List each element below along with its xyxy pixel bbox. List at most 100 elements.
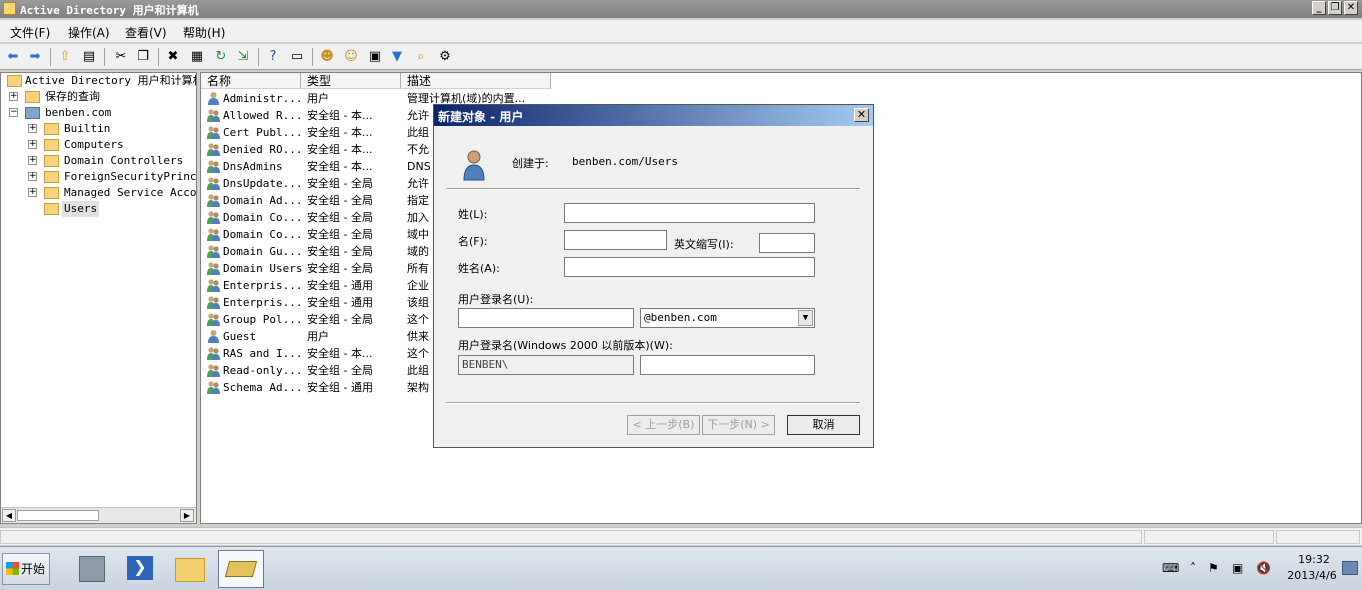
expand-icon[interactable]: + — [28, 172, 37, 181]
find-icon[interactable]: ⌕ — [412, 48, 430, 66]
row-type: 安全组 - 全局 — [307, 228, 373, 241]
column-header-name[interactable]: 名称 — [201, 73, 301, 89]
new-group-icon[interactable]: ☺ — [342, 48, 360, 66]
toolbar-separator — [104, 48, 105, 66]
expand-icon[interactable]: + — [28, 124, 37, 133]
row-name: DnsUpdate... — [223, 177, 303, 190]
delete-icon[interactable]: ✖ — [164, 48, 182, 66]
column-header-type[interactable]: 类型 — [301, 73, 401, 89]
tree-pane: Active Directory 用户和计算机 + 保存的查询 − benben… — [0, 72, 197, 524]
back-button[interactable]: < 上一步(B) — [627, 415, 700, 435]
row-description: 加入 — [407, 211, 429, 224]
group-icon — [207, 193, 220, 207]
first-name-field[interactable] — [564, 230, 667, 250]
show-hide-tree-icon[interactable]: ▤ — [80, 48, 98, 66]
toolbar-separator — [50, 48, 51, 66]
add-member-icon[interactable]: ⚙ — [436, 48, 454, 66]
row-type: 安全组 - 本... — [307, 109, 373, 122]
row-name: Domain Users — [223, 262, 303, 275]
row-type: 安全组 - 通用 — [307, 279, 373, 292]
tree-horizontal-scrollbar[interactable]: ◀ ▶ — [1, 507, 196, 523]
logon-name-label: 用户登录名(U): — [458, 293, 534, 306]
row-name: Domain Ad... — [223, 194, 303, 207]
properties-icon[interactable]: ▦ — [188, 48, 206, 66]
full-name-label: 姓名(A): — [458, 262, 500, 275]
expand-icon[interactable]: + — [28, 156, 37, 165]
show-desktop-icon[interactable] — [1342, 561, 1358, 575]
row-name: Denied RO... — [223, 143, 303, 156]
status-cell — [1276, 530, 1360, 544]
help-icon[interactable]: ? — [264, 48, 282, 66]
scroll-left-icon[interactable]: ◀ — [2, 509, 16, 522]
close-button[interactable]: ✕ — [1344, 1, 1358, 15]
start-label: 开始 — [21, 562, 46, 576]
last-name-field[interactable] — [564, 203, 815, 223]
clock-date[interactable]: 2013/4/6 — [1284, 569, 1340, 582]
expand-icon[interactable]: + — [28, 188, 37, 197]
next-button[interactable]: 下一步(N) > — [702, 415, 775, 435]
menu-help[interactable]: 帮助(H) — [183, 24, 225, 41]
group-icon — [207, 380, 220, 394]
row-name: Schema Ad... — [223, 381, 303, 394]
row-description: 这个 — [407, 347, 429, 360]
scroll-right-icon[interactable]: ▶ — [180, 509, 194, 522]
up-folder-icon[interactable]: ⇧ — [56, 48, 74, 66]
row-description: 企业 — [407, 279, 429, 292]
server-manager-taskbar-button[interactable] — [70, 550, 116, 588]
group-icon — [207, 261, 220, 275]
restore-button[interactable]: ❐ — [1328, 1, 1342, 15]
refresh-icon[interactable]: ↻ — [212, 48, 230, 66]
initials-field[interactable] — [759, 233, 815, 253]
row-description: 此组 — [407, 126, 429, 139]
dialog-title-bar: 新建对象 - 用户 ✕ — [434, 105, 873, 126]
menu-action[interactable]: 操作(A) — [68, 24, 110, 41]
mmc-icon[interactable]: ▭ — [288, 48, 306, 66]
expand-icon[interactable]: + — [28, 140, 37, 149]
filter-icon[interactable]: ▼ — [388, 48, 406, 66]
row-description: 供来 — [407, 330, 429, 343]
back-icon[interactable]: ⬅ — [4, 48, 22, 66]
row-type: 安全组 - 本... — [307, 160, 373, 173]
ad-users-taskbar-button[interactable] — [218, 550, 264, 588]
menu-view[interactable]: 查看(V) — [125, 24, 167, 41]
minimize-button[interactable]: _ — [1312, 1, 1326, 15]
row-name: Group Pol... — [223, 313, 303, 326]
network-icon[interactable]: ▣ — [1232, 561, 1243, 575]
collapse-icon[interactable]: − — [9, 108, 18, 117]
copy-icon[interactable]: ❐ — [134, 48, 152, 66]
volume-muted-icon[interactable]: 🔇 — [1256, 561, 1271, 575]
user-icon — [207, 329, 220, 343]
action-center-flag-icon[interactable]: ⚑ — [1208, 561, 1219, 575]
domain-suffix-dropdown[interactable]: @benben.com ▼ — [640, 308, 815, 328]
new-user-icon[interactable]: ☻ — [318, 48, 336, 66]
menu-file[interactable]: 文件(F) — [10, 24, 50, 41]
column-header-description[interactable]: 描述 — [401, 73, 551, 89]
keyboard-icon[interactable]: ⌨ — [1162, 561, 1179, 575]
tree-item-users-label: Users — [62, 201, 100, 217]
last-name-label: 姓(L): — [458, 208, 488, 221]
show-hidden-icons-icon[interactable]: ˄ — [1190, 561, 1196, 575]
row-description: 该组 — [407, 296, 429, 309]
full-name-field[interactable] — [564, 257, 815, 277]
new-ou-icon[interactable]: ▣ — [366, 48, 384, 66]
powershell-taskbar-button[interactable]: ❯ — [118, 550, 164, 588]
forward-icon[interactable]: ➡ — [26, 48, 44, 66]
cancel-button[interactable]: 取消 — [787, 415, 860, 435]
expand-icon[interactable]: + — [9, 92, 18, 101]
logon-name-field[interactable] — [458, 308, 634, 328]
row-description: 指定 — [407, 194, 429, 207]
ad-users-icon — [224, 561, 258, 577]
chevron-down-icon[interactable]: ▼ — [798, 310, 813, 326]
clock-time[interactable]: 19:32 — [1290, 553, 1338, 566]
row-name: DnsAdmins — [223, 160, 283, 173]
row-type: 安全组 - 本... — [307, 143, 373, 156]
created-in-value: benben.com/Users — [572, 155, 678, 168]
scroll-thumb[interactable] — [17, 510, 99, 521]
start-button[interactable]: 开始 — [2, 553, 50, 585]
explorer-taskbar-button[interactable] — [168, 550, 214, 588]
dialog-close-button[interactable]: ✕ — [854, 108, 869, 122]
pre-2000-logon-field[interactable] — [640, 355, 815, 375]
export-list-icon[interactable]: ⇲ — [234, 48, 252, 66]
cut-icon[interactable]: ✂ — [112, 48, 130, 66]
domain-suffix-value: @benben.com — [644, 311, 717, 324]
